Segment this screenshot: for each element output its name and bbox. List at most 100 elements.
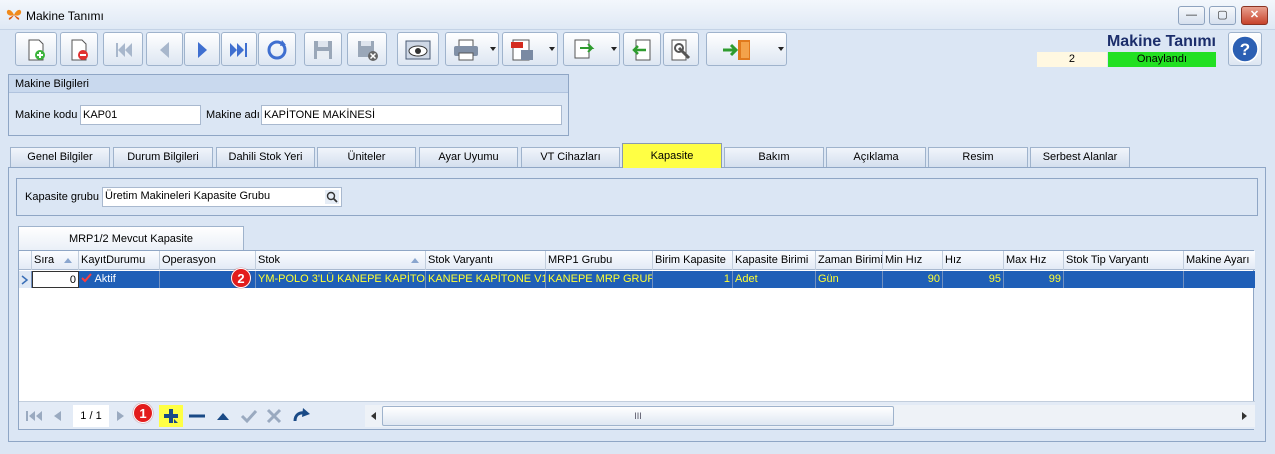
tab-dahili-stok-yeri[interactable]: Dahili Stok Yeri [216, 147, 315, 167]
column-header-max-hiz[interactable]: Max Hız [1004, 251, 1064, 270]
tab-vt-cihazlari[interactable]: VT Cihazları [521, 147, 620, 167]
new-document-icon [28, 39, 45, 61]
transfer-button[interactable] [563, 32, 620, 66]
exit-button[interactable] [706, 32, 787, 66]
save-disk-icon [314, 41, 332, 59]
first-page-icon[interactable] [25, 409, 43, 423]
cell-stok-tip-varyanti[interactable] [1064, 271, 1184, 288]
sort-asc-icon [411, 258, 419, 263]
minus-icon[interactable] [188, 409, 206, 423]
help-icon: ? [1231, 35, 1259, 63]
capacity-group-label: Kapasite grubu [25, 191, 99, 203]
column-header-kapasite-birimi[interactable]: Kapasite Birimi [733, 251, 816, 270]
close-button[interactable]: ✕ [1241, 6, 1268, 25]
table-row[interactable]: 0 Aktif YM-POLO 3'LÜ KANEPE KAPİTONE KAN… [19, 271, 1255, 288]
preview-button[interactable] [397, 32, 439, 66]
confirm-check-icon[interactable] [240, 408, 258, 424]
tab-mrp-mevcut-kapasite[interactable]: MRP1/2 Mevcut Kapasite [18, 226, 244, 251]
scroll-right-icon[interactable] [1241, 411, 1249, 421]
chevron-down-icon [549, 47, 555, 51]
form-title: Makine Tanımı [1106, 33, 1216, 50]
next-icon [198, 42, 207, 58]
column-header-makine-ayari[interactable]: Makine Ayarı [1184, 251, 1255, 270]
tab-kapasite[interactable]: Kapasite [622, 143, 722, 168]
last-icon [230, 43, 247, 57]
column-header-stok[interactable]: Stok [256, 251, 426, 270]
machine-code-field[interactable]: KAP01 [80, 105, 201, 125]
column-header-mrp1-grubu[interactable]: MRP1 Grubu [546, 251, 653, 270]
next-record-button[interactable] [184, 32, 220, 66]
column-header-sira[interactable]: Sıra [32, 251, 79, 270]
column-header-birim-kapasite[interactable]: Birim Kapasite [653, 251, 733, 270]
column-header-zaman-birimi[interactable]: Zaman Birimi [816, 251, 883, 270]
cell-kapasite-birimi[interactable]: Adet [733, 271, 816, 288]
row-selector[interactable] [19, 271, 32, 288]
horizontal-scrollbar[interactable]: III [365, 405, 1255, 427]
checkmark-icon [81, 273, 92, 283]
first-record-button[interactable] [103, 32, 143, 66]
tab-uniteler[interactable]: Üniteler [317, 147, 416, 167]
cell-makine-ayari[interactable] [1184, 271, 1255, 288]
refresh-button[interactable] [258, 32, 296, 66]
cell-hiz[interactable]: 95 [943, 271, 1004, 288]
import-button[interactable] [623, 32, 661, 66]
tab-aciklama[interactable]: Açıklama [826, 147, 926, 167]
capacity-group-field[interactable]: Üretim Makineleri Kapasite Grubu [102, 187, 342, 207]
print-button[interactable] [445, 32, 499, 66]
tab-durum-bilgileri[interactable]: Durum Bilgileri [113, 147, 213, 167]
wrench-document-icon [671, 39, 691, 61]
annotation-badge-1: 1 [133, 403, 153, 423]
last-record-button[interactable] [221, 32, 257, 66]
plus-icon [164, 409, 178, 423]
cell-sira[interactable]: 0 [32, 271, 79, 288]
new-record-button[interactable] [15, 32, 57, 66]
tab-ayar-uyumu[interactable]: Ayar Uyumu [419, 147, 518, 167]
tab-serbest-alanlar[interactable]: Serbest Alanlar [1030, 147, 1130, 167]
cancel-x-icon[interactable] [266, 408, 282, 424]
cell-kayit-durumu[interactable]: Aktif [79, 271, 160, 288]
maximize-button[interactable]: ▢ [1209, 6, 1236, 25]
scroll-thumb[interactable]: III [382, 406, 894, 426]
column-header-stok-varyanti[interactable]: Stok Varyantı [426, 251, 546, 270]
redo-arrow-icon[interactable] [291, 407, 311, 425]
transfer-document-icon [574, 39, 595, 59]
save-close-button[interactable] [347, 32, 387, 66]
cell-mrp1-grubu[interactable]: KANEPE MRP GRUP [546, 271, 653, 288]
cell-stok[interactable]: YM-POLO 3'LÜ KANEPE KAPİTONE [256, 271, 426, 288]
delete-record-button[interactable] [60, 32, 98, 66]
help-button[interactable]: ? [1228, 32, 1262, 66]
capacity-group-value: Üretim Makineleri Kapasite Grubu [105, 190, 271, 202]
delete-document-icon [71, 39, 88, 61]
cell-min-hiz[interactable]: 90 [883, 271, 943, 288]
capacity-grid: Sıra KayıtDurumu Operasyon Stok Stok Var… [18, 250, 1255, 430]
first-icon [116, 43, 132, 57]
column-header-min-hiz[interactable]: Min Hız [883, 251, 943, 270]
scroll-left-icon[interactable] [369, 411, 377, 421]
cell-max-hiz[interactable]: 99 [1004, 271, 1064, 288]
column-header-kayit-durumu[interactable]: KayıtDurumu [79, 251, 160, 270]
tab-bakim[interactable]: Bakım [724, 147, 824, 167]
search-icon[interactable] [325, 190, 339, 204]
cell-stok-varyanti[interactable]: KANEPE KAPİTONE V1 V [426, 271, 546, 288]
previous-record-button[interactable] [146, 32, 183, 66]
add-row-button[interactable] [159, 405, 183, 427]
minimize-button[interactable]: — [1178, 6, 1205, 25]
refresh-icon [267, 40, 287, 60]
column-header-stok-tip-varyanti[interactable]: Stok Tip Varyantı [1064, 251, 1184, 270]
machine-name-field[interactable]: KAPİTONE MAKİNESİ [261, 105, 562, 125]
cell-zaman-birimi[interactable]: Gün [816, 271, 883, 288]
export-pdf-button[interactable] [502, 32, 558, 66]
chevron-down-icon [778, 47, 784, 51]
previous-page-icon[interactable] [51, 409, 63, 423]
grid-header: Sıra KayıtDurumu Operasyon Stok Stok Var… [19, 251, 1255, 270]
settings-button[interactable] [663, 32, 699, 66]
column-header-hiz[interactable]: Hız [943, 251, 1004, 270]
next-page-icon[interactable] [115, 409, 127, 423]
tab-genel-bilgiler[interactable]: Genel Bilgiler [10, 147, 110, 167]
tab-resim[interactable]: Resim [928, 147, 1028, 167]
triangle-up-icon[interactable] [215, 409, 231, 423]
cell-birim-kapasite[interactable]: 1 [653, 271, 733, 288]
preview-eye-icon [405, 40, 431, 60]
previous-icon [159, 42, 169, 58]
save-button[interactable] [304, 32, 342, 66]
